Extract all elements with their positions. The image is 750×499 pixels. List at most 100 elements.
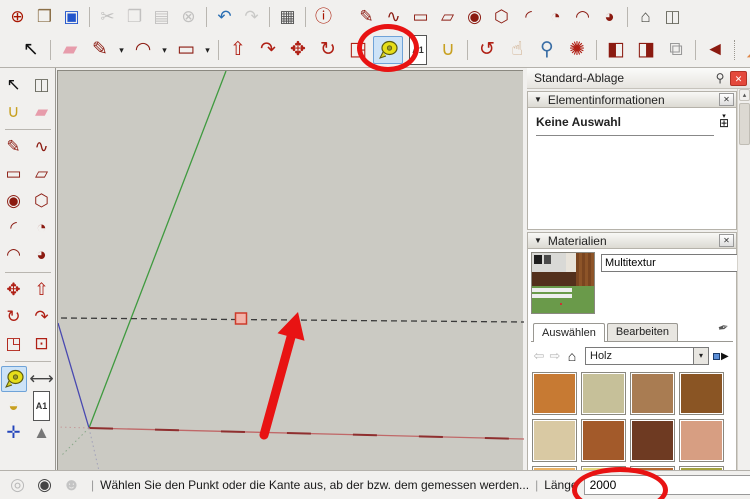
material-swatch[interactable] [679,419,724,462]
tray-close-button[interactable]: ✕ [730,70,747,86]
follow-me-tool-button[interactable]: ↷ [29,304,55,330]
line-tool-button[interactable]: ✎ [85,36,115,64]
pie-tool-button[interactable]: ◔ [542,4,569,30]
pan-tool-button[interactable]: ☝ [502,36,532,64]
new-model-button[interactable]: ⊕ [4,4,31,30]
rotated-rectangle-tool-button[interactable]: ▱ [29,161,55,187]
threed-text-tool-button[interactable]: ▲ [29,420,55,446]
paint-bucket-tool-button[interactable]: ∪ [433,36,463,64]
three-point-arc-tool-button[interactable]: ◕ [596,4,623,30]
material-swatch[interactable] [679,372,724,415]
zoom-extents-tool-button[interactable]: ✺ [562,36,592,64]
redo-button[interactable]: ↷ [238,4,265,30]
rectangle-tool-button[interactable]: ▭ [1,161,27,187]
tape-measure-tool-button[interactable] [0,366,27,392]
open-model-button[interactable]: ❒ [31,4,58,30]
drawing-viewport[interactable] [57,70,524,471]
two-point-arc-tool-button[interactable]: ◠ [1,242,27,268]
rotated-rectangle-tool-button[interactable]: ▱ [434,4,461,30]
line-tool-button[interactable]: ✎ [353,4,380,30]
delete-button[interactable]: ⊗ [175,4,202,30]
sign-in-icon[interactable]: ☻ [58,472,85,498]
forward-icon[interactable]: ⇨ [547,348,563,364]
rotate-tool-button[interactable]: ↻ [313,36,343,64]
orbit-tool-button[interactable]: ↺ [472,36,502,64]
undo-button[interactable]: ↶ [211,4,238,30]
arc-tool-button[interactable]: ◜ [1,215,27,241]
component-box-button[interactable]: ◫ [659,4,686,30]
push-pull-tool-button[interactable]: ⇧ [29,277,55,303]
toggle-details-button[interactable]: ▾ ⊞ [717,113,731,129]
credits-icon[interactable]: ◉ [31,472,58,498]
three-point-arc-tool-button[interactable]: ◕ [29,242,55,268]
polygon-tool-button[interactable]: ⬡ [488,4,515,30]
measurement-input[interactable] [583,475,750,495]
move-tool-button[interactable]: ✥ [1,277,27,303]
zoom-tool-button[interactable]: ⚲ [532,36,562,64]
protractor-tool-button[interactable]: ◒ [1,393,27,419]
push-pull-tool-button[interactable]: ⇧ [223,36,253,64]
rectangle-tool-button[interactable]: ▭ [407,4,434,30]
axes-tool-button[interactable]: ✛ [1,420,27,446]
chevron-down-icon[interactable]: ▾ [201,45,214,56]
dimension-tool-button[interactable]: ⟷ [29,366,55,392]
arc-tool-button[interactable]: ◜ [515,4,542,30]
component-house-button[interactable]: ⌂ [632,4,659,30]
material-name-field[interactable] [601,254,750,272]
eraser-tool-button[interactable]: ▰ [55,36,85,64]
tape-measure-tool-button[interactable] [373,36,403,64]
two-point-arc-tool-button[interactable]: ◠ [569,4,596,30]
paste-button[interactable]: ▤ [148,4,175,30]
scale-tool-button[interactable]: ◳ [1,331,27,357]
chevron-down-icon[interactable]: ▾ [115,45,128,56]
text-tool-button[interactable]: A1 [29,391,55,421]
text-tool-button[interactable]: A1 [403,35,433,65]
scale-tool-button[interactable]: ◳ [343,36,373,64]
rectangle-tool-button[interactable]: ▭ [171,36,201,64]
toolbar-overflow-button[interactable]: ◄ [700,36,730,64]
tab-bearbeiten[interactable]: Bearbeiten [606,323,679,341]
circle-tool-button[interactable]: ◉ [461,4,488,30]
paint-bucket-tool-button[interactable]: ∪ [1,99,27,125]
model-info-button[interactable]: ⓘ [310,4,337,30]
pin-icon[interactable]: ⚲ [713,71,727,85]
home-icon[interactable]: ⌂ [563,348,581,364]
material-swatch[interactable] [532,372,577,415]
materials-header[interactable]: ▼ Materialien ✕ [527,232,737,249]
entity-info-header[interactable]: ▼ Elementinformationen ✕ [527,91,737,108]
material-swatch[interactable] [532,419,577,462]
add-location-button[interactable]: ◢ [739,36,750,64]
freehand-tool-button[interactable]: ∿ [29,134,55,160]
tray-scrollbar[interactable]: ▴ ▾ [737,89,750,499]
pie-tool-button[interactable]: ◔ [29,215,55,241]
scrollbar-thumb[interactable] [739,103,750,145]
geolocation-icon[interactable]: ◎ [4,472,31,498]
export-image-button[interactable]: ⧉ [661,36,691,64]
eyedropper-icon[interactable]: ✒ [716,319,731,337]
eraser-tool-button[interactable]: ▰ [29,99,55,125]
move-tool-button[interactable]: ✥ [283,36,313,64]
select-tool-button[interactable]: ↖ [16,36,46,64]
collection-dropdown[interactable]: Holz ▾ [585,347,709,365]
copy-button[interactable]: ❐ [121,4,148,30]
cut-button[interactable]: ✂ [94,4,121,30]
material-swatch[interactable] [581,372,626,415]
next-view-button[interactable]: ◨ [631,36,661,64]
polygon-tool-button[interactable]: ⬡ [29,188,55,214]
back-icon[interactable]: ⇦ [531,348,547,364]
select-tool-button[interactable]: ↖ [1,72,27,98]
entity-info-close-button[interactable]: ✕ [719,93,734,106]
save-model-button[interactable]: ▣ [58,4,85,30]
circle-tool-button[interactable]: ◉ [1,188,27,214]
material-swatch[interactable] [630,372,675,415]
material-swatch[interactable] [581,419,626,462]
material-swatch[interactable] [630,419,675,462]
line-tool-button[interactable]: ✎ [1,134,27,160]
freehand-tool-button[interactable]: ∿ [380,4,407,30]
tab-auswaehlen[interactable]: Auswählen [533,323,605,342]
chevron-down-icon[interactable]: ▾ [158,45,171,56]
materials-close-button[interactable]: ✕ [719,234,734,247]
scroll-up-icon[interactable]: ▴ [739,89,750,101]
previous-view-button[interactable]: ◧ [601,36,631,64]
rotate-tool-button[interactable]: ↻ [1,304,27,330]
